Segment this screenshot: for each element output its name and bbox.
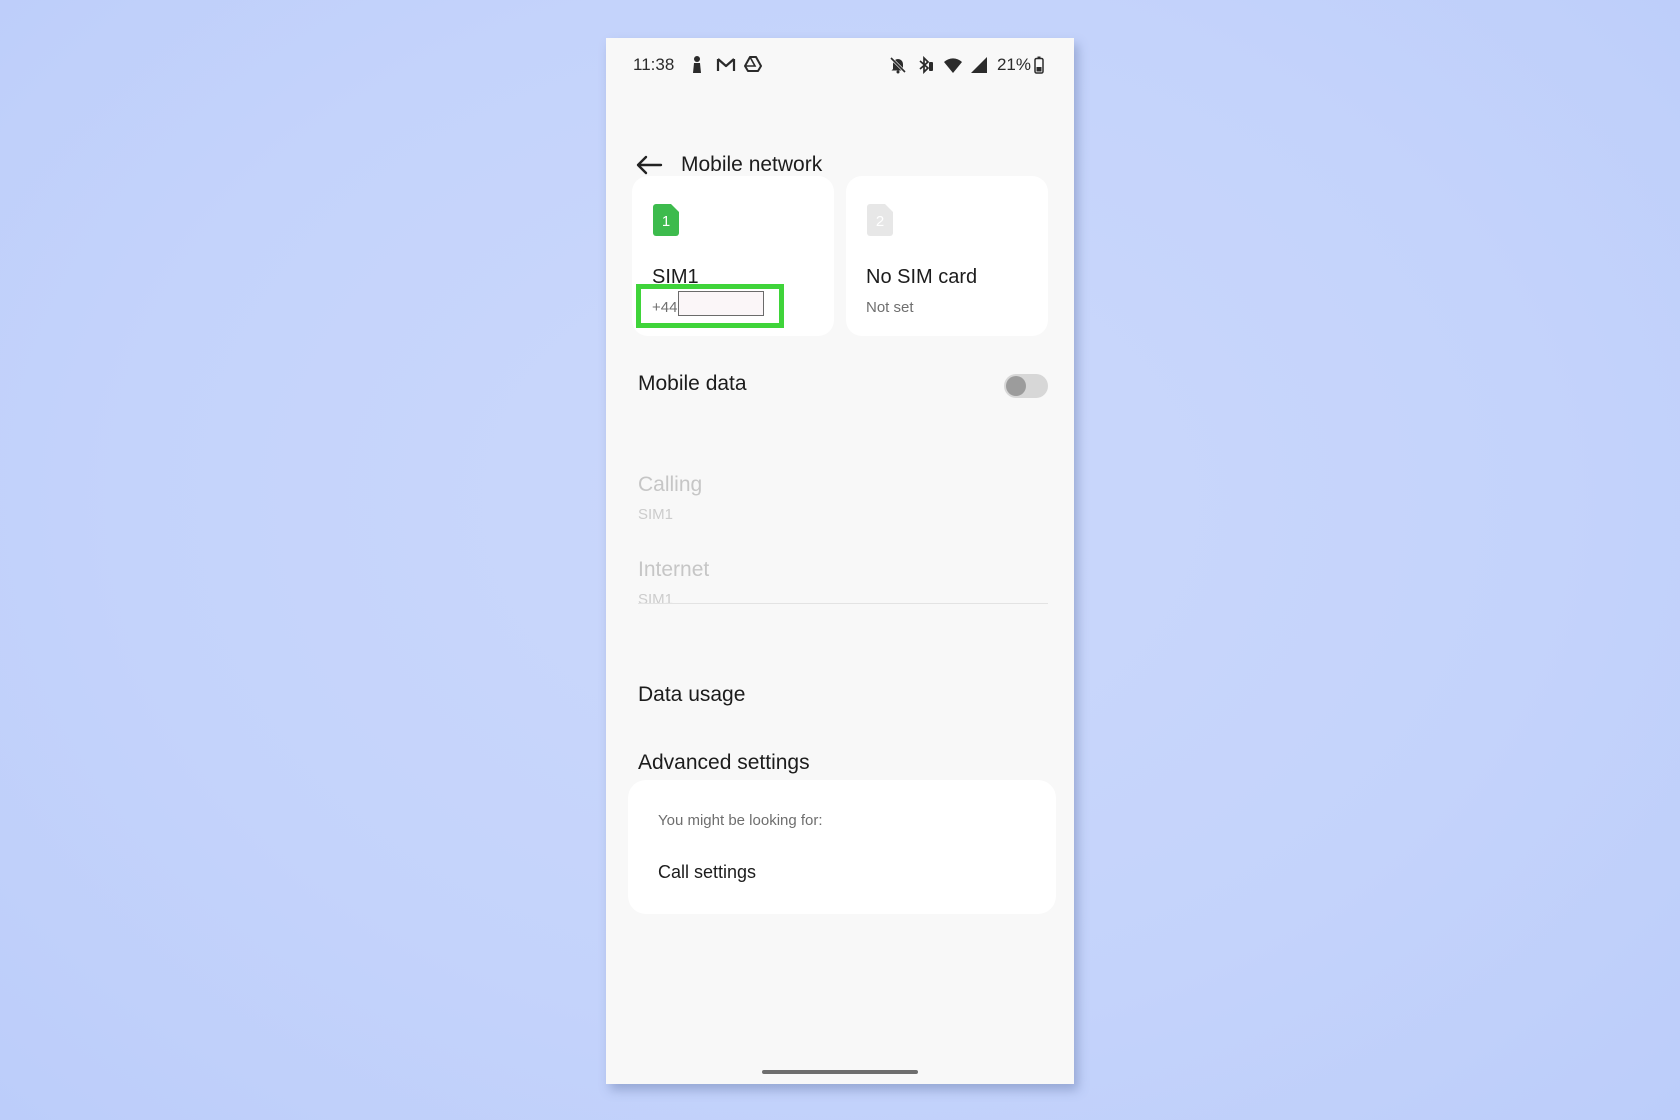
sim2-card[interactable]: 2 No SIM card Not set <box>846 176 1048 336</box>
sim2-slot-number: 2 <box>876 213 884 230</box>
suggestions-heading: You might be looking for: <box>658 812 823 829</box>
mobile-data-label: Mobile data <box>638 372 747 395</box>
internet-value: SIM1 <box>638 591 674 608</box>
bell-off-icon <box>889 56 907 74</box>
back-arrow-icon[interactable] <box>635 153 663 177</box>
signal-icon <box>970 56 988 74</box>
calling-label: Calling <box>638 473 703 496</box>
internet-row: Internet SIM1 <box>638 558 1048 608</box>
internet-label: Internet <box>638 558 710 581</box>
sim2-status: Not set <box>866 299 914 316</box>
mobile-data-toggle[interactable] <box>1004 374 1048 398</box>
notification-icons <box>688 55 762 73</box>
calling-row: Calling SIM1 <box>638 473 1048 523</box>
toggle-knob <box>1006 376 1026 396</box>
page-title: Mobile network <box>681 153 823 176</box>
system-icons: 21% <box>889 55 1044 75</box>
battery-indicator: 21% <box>997 55 1044 75</box>
sim2-name: No SIM card <box>866 266 978 288</box>
sim-card-icon: 1 <box>653 204 679 236</box>
battery-icon <box>1034 56 1044 74</box>
sim-card-icon: 2 <box>867 204 893 236</box>
sim1-slot-number: 1 <box>662 213 670 230</box>
sim1-card[interactable]: 1 SIM1 +44 <box>632 176 834 336</box>
status-time: 11:38 <box>633 55 675 74</box>
call-settings-link[interactable]: Call settings <box>658 862 756 883</box>
wifi-icon <box>943 56 962 74</box>
bluetooth-icon <box>916 55 934 75</box>
battery-percent: 21% <box>996 55 1031 74</box>
advanced-settings-item[interactable]: Advanced settings <box>638 751 810 775</box>
home-indicator[interactable] <box>762 1070 918 1074</box>
highlight-box <box>636 284 784 328</box>
drive-icon <box>744 55 762 73</box>
data-usage-item[interactable]: Data usage <box>638 683 745 707</box>
gmail-icon <box>716 55 736 73</box>
status-bar: 11:38 21% <box>606 38 1074 90</box>
person-icon <box>688 55 706 73</box>
phone-screen: 11:38 21% Mobile network 1 SIM1 +44 2 No… <box>606 38 1074 1084</box>
mobile-data-row[interactable]: Mobile data <box>638 372 1048 412</box>
suggestions-card: You might be looking for: Call settings <box>628 780 1056 914</box>
calling-value: SIM1 <box>638 506 674 523</box>
divider <box>638 603 1048 604</box>
